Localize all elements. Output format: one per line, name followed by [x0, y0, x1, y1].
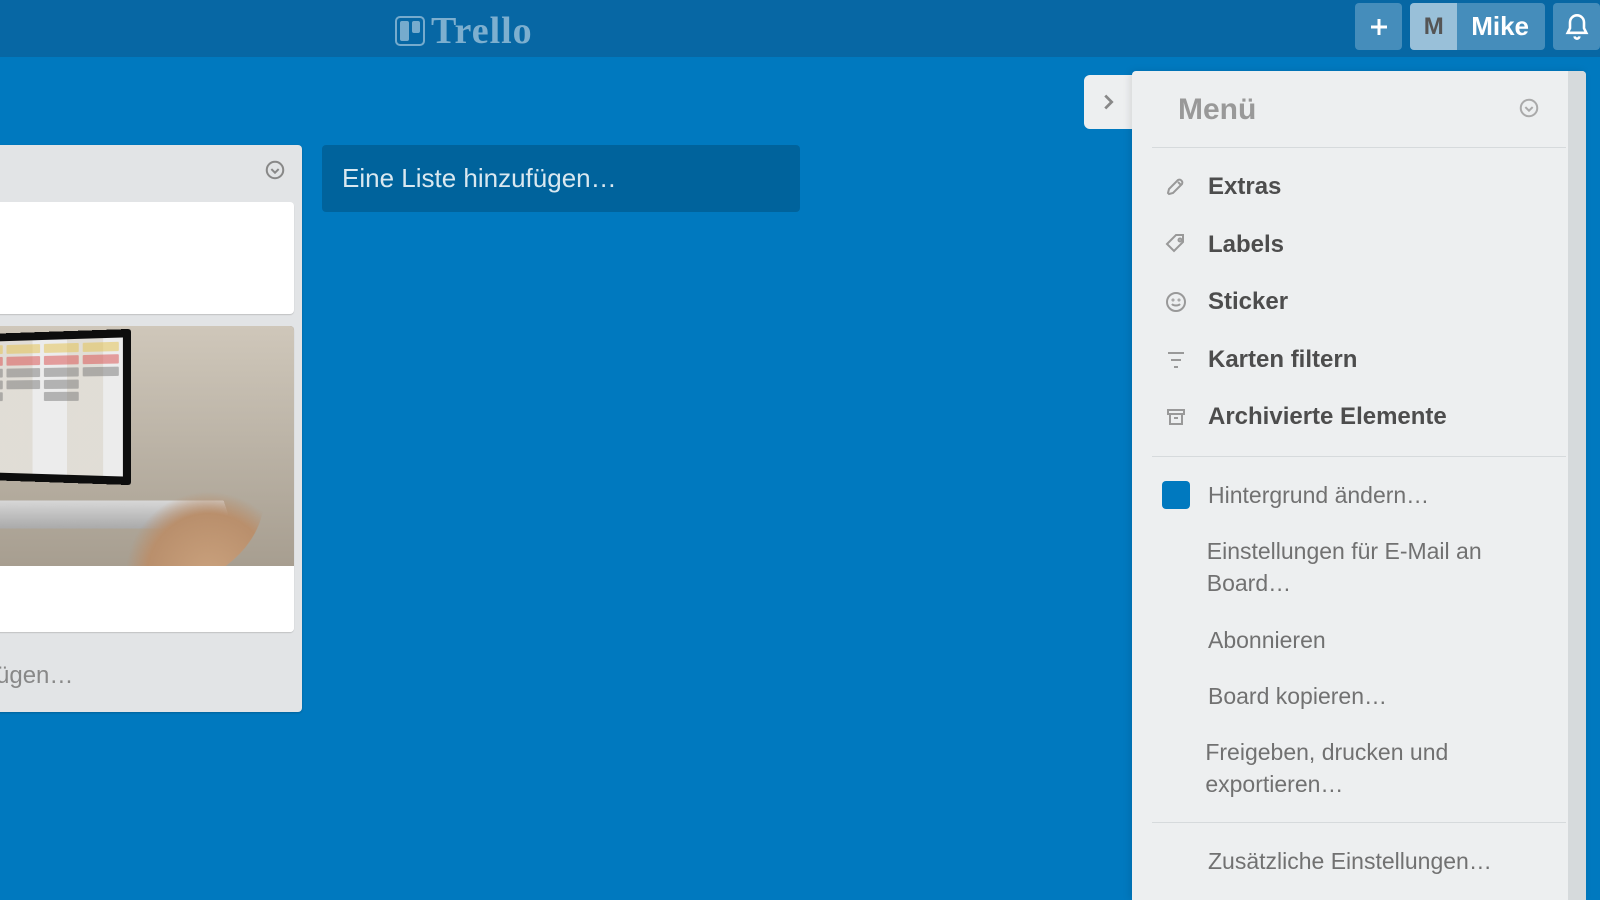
menu-section-settings: Hintergrund ändern… Einstellungen für E-… — [1152, 457, 1566, 823]
board: zufügen… Eine Liste hinzufügen… Menü Ext… — [0, 57, 1600, 900]
menu-item-label: Extras — [1208, 170, 1281, 204]
chevron-right-icon — [1097, 91, 1119, 113]
header-right: M Mike — [1355, 3, 1600, 50]
tag-icon — [1162, 230, 1190, 258]
user-name: Mike — [1457, 11, 1529, 42]
filter-icon — [1162, 346, 1190, 374]
menu-item-label: Board kopieren… — [1208, 680, 1387, 712]
menu-item-archived[interactable]: Archivierte Elemente — [1152, 388, 1566, 446]
card-with-image[interactable] — [0, 326, 294, 632]
bell-icon — [1563, 13, 1591, 41]
menu-item-label: Zusätzliche Einstellungen… — [1208, 845, 1492, 877]
board-menu-panel: Menü Extras Labels Sticker Karten filter… — [1132, 71, 1586, 900]
chevron-circle-down-icon — [264, 159, 286, 181]
smile-icon — [1162, 288, 1190, 316]
menu-item-email-settings[interactable]: Einstellungen für E-Mail an Board… — [1152, 523, 1566, 611]
logo[interactable]: Trello — [395, 9, 533, 53]
user-menu-button[interactable]: M Mike — [1410, 3, 1545, 50]
menu-item-copy-board[interactable]: Board kopieren… — [1152, 668, 1566, 724]
menu-item-label: Freigeben, drucken und exportieren… — [1205, 736, 1556, 800]
logo-word: Trello — [431, 9, 533, 53]
menu-item-labels[interactable]: Labels — [1152, 216, 1566, 274]
add-card-label: zufügen… — [0, 662, 73, 689]
rocket-icon — [1162, 173, 1190, 201]
menu-item-subscribe[interactable]: Abonnieren — [1152, 612, 1566, 668]
menu-item-label: Karten filtern — [1208, 343, 1357, 377]
board-menu-more-button[interactable] — [1518, 97, 1540, 124]
menu-item-additional-settings[interactable]: Zusätzliche Einstellungen… — [1152, 833, 1566, 889]
menu-item-share-print-export[interactable]: Freigeben, drucken und exportieren… — [1152, 724, 1566, 812]
menu-item-label: Abonnieren — [1208, 624, 1326, 656]
card[interactable] — [0, 202, 294, 314]
add-card-button[interactable]: zufügen… — [0, 644, 302, 712]
menu-item-label: Labels — [1208, 228, 1284, 262]
list-menu-button[interactable] — [264, 159, 286, 186]
notifications-button[interactable] — [1553, 3, 1600, 50]
color-swatch-icon — [1162, 481, 1190, 509]
list: zufügen… — [0, 145, 302, 712]
board-menu-title: Menü — [1178, 93, 1256, 127]
plus-icon — [1367, 15, 1391, 39]
menu-item-filter-cards[interactable]: Karten filtern — [1152, 331, 1566, 389]
board-menu-header: Menü — [1152, 71, 1566, 148]
menu-section-primary: Extras Labels Sticker Karten filtern Arc… — [1152, 148, 1566, 457]
menu-item-label: Hintergrund ändern… — [1208, 479, 1429, 511]
menu-toggle-button[interactable] — [1084, 75, 1132, 129]
app-header: Trello M Mike — [0, 0, 1600, 57]
avatar: M — [1410, 3, 1457, 50]
menu-item-extras[interactable]: Extras — [1152, 158, 1566, 216]
archive-icon — [1162, 403, 1190, 431]
menu-section-more: Zusätzliche Einstellungen… Board schließ… — [1152, 823, 1566, 900]
menu-item-label: Einstellungen für E-Mail an Board… — [1207, 535, 1556, 599]
menu-item-stickers[interactable]: Sticker — [1152, 273, 1566, 331]
chevron-circle-down-icon — [1518, 97, 1540, 119]
menu-item-label: Archivierte Elemente — [1208, 400, 1447, 434]
menu-item-close-board[interactable]: Board schließen… — [1152, 889, 1566, 900]
add-list-button[interactable]: Eine Liste hinzufügen… — [322, 145, 800, 212]
logo-mark-icon — [395, 16, 425, 46]
menu-item-change-background[interactable]: Hintergrund ändern… — [1152, 467, 1566, 523]
menu-item-label: Sticker — [1208, 285, 1288, 319]
card-cover-image — [0, 326, 294, 566]
add-list-label: Eine Liste hinzufügen… — [342, 163, 617, 193]
create-button[interactable] — [1355, 3, 1402, 50]
list-header — [0, 155, 302, 202]
